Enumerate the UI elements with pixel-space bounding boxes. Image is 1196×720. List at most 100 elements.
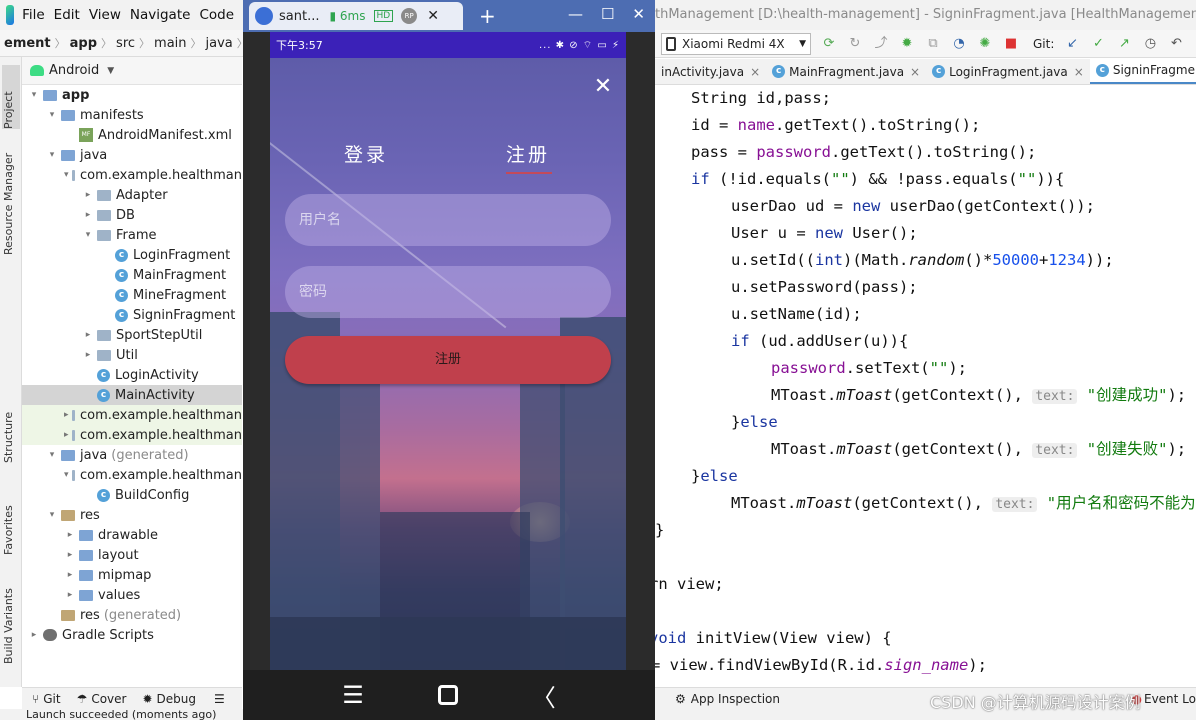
tree-item[interactable]: ▸ com.example.healthman [22, 405, 242, 425]
tool-tab-resource-manager[interactable]: Resource Manager [2, 145, 20, 255]
menu-edit[interactable]: Edit [54, 7, 80, 23]
tree-item[interactable]: c BuildConfig [22, 485, 242, 505]
password-input[interactable]: 密码 [285, 266, 611, 318]
chevron-right-icon[interactable]: ▸ [82, 350, 94, 360]
tree-item[interactable]: ▾ res [22, 505, 242, 525]
tree-item[interactable]: MF AndroidManifest.xml [22, 125, 242, 145]
tree-item[interactable]: ▸ drawable [22, 525, 242, 545]
attach-icon[interactable]: ⧉ [925, 36, 941, 52]
menu-view[interactable]: View [89, 7, 121, 23]
chevron-right-icon[interactable]: ▸ [82, 330, 94, 340]
breadcrumb-app[interactable]: app [66, 36, 101, 51]
tool-tab-structure[interactable]: Structure [2, 407, 20, 463]
chevron-right-icon[interactable]: ▸ [64, 550, 76, 560]
tree-item[interactable]: c MainActivity [22, 385, 242, 405]
debug-icon[interactable]: ✹ [899, 36, 915, 52]
chevron-down-icon[interactable]: ▾ [46, 450, 58, 460]
chevron-right-icon[interactable]: ▸ [28, 630, 40, 640]
menu-navigate[interactable]: Navigate [130, 7, 191, 23]
breadcrumb-project[interactable]: ement [0, 36, 55, 51]
chevron-right-icon[interactable]: ▸ [64, 430, 69, 440]
maximize-icon[interactable]: ☐ [601, 5, 614, 23]
git-tool-button[interactable]: ⑂ Git [32, 692, 61, 706]
tree-item[interactable]: ▸ com.example.healthman [22, 425, 242, 445]
chevron-right-icon[interactable]: ▸ [64, 530, 76, 540]
tool-tab-favorites[interactable]: Favorites [2, 495, 20, 555]
chevron-right-icon[interactable]: ▸ [64, 570, 76, 580]
home-icon[interactable] [437, 685, 458, 705]
file-tab[interactable]: c LoginFragment.java × [926, 59, 1090, 84]
profile-icon[interactable]: ◔ [951, 36, 967, 52]
chevron-down-icon[interactable]: ▾ [82, 230, 94, 240]
tree-item[interactable]: ▾ manifests [22, 105, 242, 125]
new-tab-icon[interactable]: + [479, 4, 496, 28]
history-icon[interactable]: ◷ [1142, 36, 1158, 52]
git-commit-icon[interactable]: ✓ [1090, 36, 1106, 52]
tree-item[interactable]: c LoginFragment [22, 245, 242, 265]
menu-icon[interactable]: ☰ [342, 681, 364, 709]
tree-item[interactable]: ▸ DB [22, 205, 242, 225]
register-button[interactable]: 注册 [285, 336, 611, 384]
close-icon[interactable]: × [910, 65, 920, 79]
chevron-down-icon[interactable]: ▾ [64, 170, 69, 180]
apply-changes-icon[interactable]: ⤴ [873, 36, 889, 52]
tree-item[interactable]: ▾ java [22, 145, 242, 165]
rp-badge[interactable]: RP [401, 8, 418, 24]
close-icon[interactable]: × [750, 65, 760, 79]
close-icon[interactable]: ✕ [592, 76, 614, 98]
back-icon[interactable]: 〈 [532, 678, 556, 713]
stop-icon[interactable]: ■ [1003, 36, 1019, 52]
rerun-icon[interactable]: ↻ [847, 36, 863, 52]
tree-item[interactable]: ▾ com.example.healthman [22, 165, 242, 185]
close-tab-icon[interactable]: ✕ [427, 8, 439, 24]
project-view-selector[interactable]: Android ▼ [22, 57, 242, 85]
tree-item[interactable]: ▸ Adapter [22, 185, 242, 205]
tree-item[interactable]: c LoginActivity [22, 365, 242, 385]
debug-tool-button[interactable]: ✹ Debug [142, 692, 196, 706]
chevron-down-icon[interactable]: ▾ [46, 510, 58, 520]
username-input[interactable]: 用户名 [285, 194, 611, 246]
emulator-tab[interactable]: sant... ▮ 6ms HD RP ✕ [249, 2, 463, 30]
attach-debugger-icon[interactable]: ✺ [977, 36, 993, 52]
chevron-right-icon[interactable]: ▸ [64, 410, 69, 420]
menu-code[interactable]: Code [199, 7, 234, 23]
tool-tab-project[interactable]: Project [2, 65, 20, 129]
tree-item[interactable]: ▸ Util [22, 345, 242, 365]
tool-tab-build-variants[interactable]: Build Variants [2, 582, 20, 664]
tree-item[interactable]: ▾ app [22, 85, 242, 105]
minimize-icon[interactable]: — [568, 5, 583, 23]
cover-tool-button[interactable]: ☂ Cover [77, 692, 127, 706]
hd-badge[interactable]: HD [373, 10, 394, 22]
tree-item[interactable]: ▸ Gradle Scripts [22, 625, 242, 645]
chevron-right-icon[interactable]: ▸ [64, 590, 76, 600]
close-icon[interactable]: × [1074, 65, 1084, 79]
git-push-icon[interactable]: ↗ [1116, 36, 1132, 52]
tab-register[interactable]: 注册 [496, 140, 560, 167]
menu-file[interactable]: File [22, 7, 45, 23]
refresh-icon[interactable]: ⟳ [821, 36, 837, 52]
more-tools-icon[interactable]: ☰ [214, 692, 225, 706]
tree-item[interactable]: ▸ layout [22, 545, 242, 565]
rollback-icon[interactable]: ↶ [1168, 36, 1184, 52]
tree-item[interactable]: ▸ SportStepUtil [22, 325, 242, 345]
tree-item[interactable]: c SigninFragment [22, 305, 242, 325]
breadcrumb-src[interactable]: src [112, 36, 139, 51]
tree-item[interactable]: ▾ java (generated) [22, 445, 242, 465]
breadcrumb-main[interactable]: main [150, 36, 190, 51]
file-tab[interactable]: inActivity.java × [655, 59, 766, 84]
tree-item[interactable]: ▾ com.example.healthman [22, 465, 242, 485]
git-update-icon[interactable]: ↙ [1064, 36, 1080, 52]
close-window-icon[interactable]: ✕ [632, 5, 645, 23]
event-log-button[interactable]: Event Lo [1144, 692, 1196, 706]
tree-item[interactable]: c MineFragment [22, 285, 242, 305]
file-tab-active[interactable]: cSigninFragment [1089, 59, 1196, 84]
chevron-right-icon[interactable]: ▸ [82, 190, 94, 200]
breadcrumb-java[interactable]: java [202, 36, 237, 51]
device-selector[interactable]: Xiaomi Redmi 4X ▼ [661, 32, 811, 55]
chevron-right-icon[interactable]: ▸ [82, 210, 94, 220]
tree-item[interactable]: c MainFragment [22, 265, 242, 285]
chevron-down-icon[interactable]: ▾ [28, 90, 40, 100]
code-editor[interactable]: String id,pass; id = name.getText().toStr… [655, 85, 1196, 685]
chevron-down-icon[interactable]: ▾ [64, 470, 69, 480]
tree-item[interactable]: ▾ Frame [22, 225, 242, 245]
